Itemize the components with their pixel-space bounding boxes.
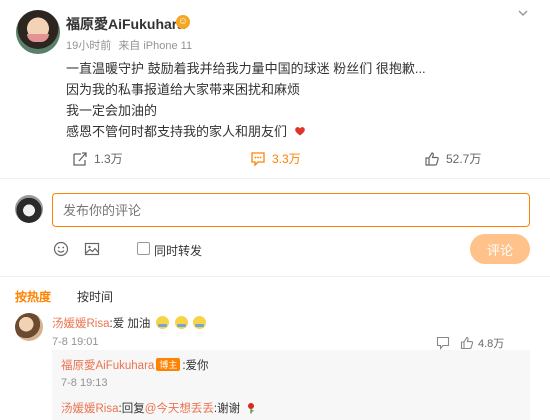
share-icon bbox=[73, 151, 87, 166]
comment-button[interactable]: 3.3万 bbox=[250, 150, 301, 167]
comment-user[interactable]: 汤媛媛Risa bbox=[52, 318, 110, 330]
share-count: 1.3万 bbox=[94, 152, 123, 166]
comment-count: 3.3万 bbox=[272, 152, 301, 166]
post-author-name[interactable]: 福原愛AiFukuhara bbox=[66, 14, 185, 34]
post-text-line-4: 感恩不管何时都支持我的家人和朋友们 bbox=[66, 121, 306, 140]
submit-comment-button[interactable]: 评论 bbox=[470, 234, 530, 264]
comment-body: 汤媛媛Risa:爱 加油 bbox=[52, 315, 207, 331]
chevron-down-icon[interactable] bbox=[516, 6, 530, 20]
replies-block: 福原愛AiFukuhara 博主:爱你 7-8 19:13 汤媛媛Risa:回复@… bbox=[52, 350, 530, 420]
thumbs-up-icon bbox=[425, 151, 439, 166]
emoji-cheer-icon bbox=[156, 316, 170, 329]
commenter-avatar[interactable] bbox=[15, 313, 43, 341]
reply-text-prefix: :回复 bbox=[118, 403, 145, 415]
share-button[interactable]: 1.3万 bbox=[72, 150, 123, 167]
divider bbox=[0, 276, 550, 277]
rose-icon bbox=[248, 403, 255, 414]
my-avatar bbox=[15, 195, 43, 223]
post-text-line-2: 因为我的私事报道给大家带来困扰和麻烦 bbox=[66, 82, 301, 97]
reply-icon[interactable] bbox=[436, 336, 450, 350]
image-icon[interactable] bbox=[84, 241, 100, 257]
reply-time: 7-8 19:13 bbox=[61, 377, 108, 389]
post-text-line-3: 我一定会加油的 bbox=[66, 103, 158, 118]
tab-sort-by-hot[interactable]: 按热度 bbox=[15, 288, 51, 305]
post-meta: 19小时前 来自 iPhone 11 bbox=[66, 37, 192, 53]
thumbs-up-icon[interactable] bbox=[460, 336, 474, 350]
like-button[interactable]: 52.7万 bbox=[424, 150, 481, 167]
post-text-line-1: 一直温暖守护 鼓励着我并给我力量中国的球迷 粉丝们 很抱歉... bbox=[66, 61, 426, 76]
comment-icon bbox=[251, 151, 265, 167]
repost-label: 同时转发 bbox=[154, 244, 203, 258]
comment-text: :爱 加油 bbox=[109, 318, 151, 330]
post-source: 来自 iPhone 11 bbox=[118, 40, 193, 52]
comment-like-count: 4.8万 bbox=[478, 338, 505, 350]
repost-checkbox[interactable] bbox=[137, 242, 150, 255]
post-text-line-4-text: 感恩不管何时都支持我的家人和朋友们 bbox=[66, 124, 288, 139]
heart-icon bbox=[294, 127, 305, 136]
comment-actions: 4.8万 bbox=[436, 335, 504, 351]
author-avatar[interactable] bbox=[16, 10, 60, 54]
author-badge: 博主 bbox=[156, 358, 181, 371]
like-count: 52.7万 bbox=[446, 152, 482, 166]
reply-text: :爱你 bbox=[182, 360, 209, 372]
reply-item: 福原愛AiFukuhara 博主:爱你 bbox=[61, 357, 209, 373]
reply-text-suffix: :谢谢 bbox=[213, 403, 241, 415]
divider bbox=[0, 178, 550, 179]
reply-user[interactable]: 汤媛媛Risa bbox=[61, 403, 119, 415]
comment-input[interactable] bbox=[52, 193, 530, 227]
comment-time: 7-8 19:01 bbox=[52, 336, 99, 348]
emoji-icon[interactable] bbox=[53, 241, 69, 257]
reply-user[interactable]: 福原愛AiFukuhara bbox=[61, 360, 154, 372]
emoji-face-icon: ☺ bbox=[176, 15, 190, 29]
mention-link[interactable]: @今天想丢丢 bbox=[145, 403, 214, 415]
post-time: 19小时前 bbox=[66, 40, 112, 52]
emoji-cheer-icon bbox=[174, 316, 188, 329]
emoji-cheer-icon bbox=[193, 316, 207, 329]
tab-sort-by-time[interactable]: 按时间 bbox=[77, 288, 113, 305]
reply-item: 汤媛媛Risa:回复@今天想丢丢:谢谢 bbox=[61, 400, 257, 416]
